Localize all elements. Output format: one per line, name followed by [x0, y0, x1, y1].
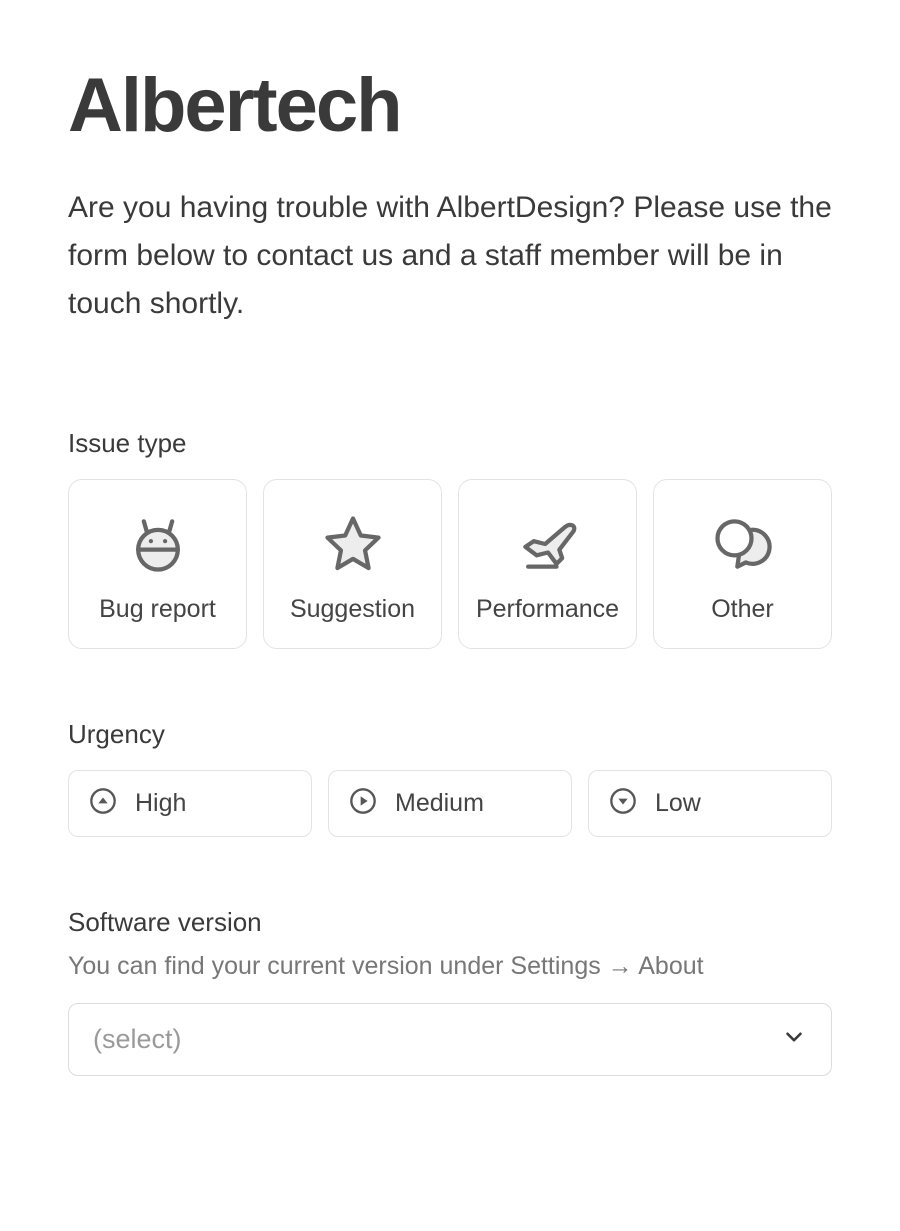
- software-version-heading: Software version: [68, 907, 832, 938]
- issue-type-options: Bug report Suggestion Performance: [68, 479, 832, 649]
- chat-icon: [707, 508, 779, 580]
- issue-type-other[interactable]: Other: [653, 479, 832, 649]
- urgency-label: Low: [655, 789, 701, 818]
- software-version-section: Software version You can find your curre…: [68, 907, 832, 1076]
- plane-icon: [512, 508, 584, 580]
- issue-type-suggestion[interactable]: Suggestion: [263, 479, 442, 649]
- issue-label: Other: [668, 594, 817, 624]
- urgency-high[interactable]: High: [68, 770, 312, 837]
- urgency-low[interactable]: Low: [588, 770, 832, 837]
- bug-icon: [122, 508, 194, 580]
- software-version-hint: You can find your current version under …: [68, 952, 832, 981]
- issue-type-bug-report[interactable]: Bug report: [68, 479, 247, 649]
- page-title: Albertech: [68, 68, 832, 144]
- issue-type-heading: Issue type: [68, 428, 832, 459]
- issue-label: Bug report: [83, 594, 232, 624]
- urgency-heading: Urgency: [68, 719, 832, 750]
- urgency-options: High Medium Low: [68, 770, 832, 837]
- issue-label: Suggestion: [278, 594, 427, 624]
- issue-type-performance[interactable]: Performance: [458, 479, 637, 649]
- select-placeholder: (select): [93, 1024, 182, 1055]
- urgency-section: Urgency High Medium: [68, 719, 832, 837]
- urgency-medium[interactable]: Medium: [328, 770, 572, 837]
- circle-up-icon: [89, 787, 117, 820]
- circle-play-icon: [349, 787, 377, 820]
- software-version-select[interactable]: (select): [68, 1003, 832, 1076]
- star-icon: [317, 508, 389, 580]
- chevron-down-icon: [781, 1024, 807, 1055]
- circle-down-icon: [609, 787, 637, 820]
- issue-type-section: Issue type Bug report Sugge: [68, 428, 832, 649]
- issue-label: Performance: [473, 594, 622, 624]
- urgency-label: High: [135, 789, 186, 818]
- urgency-label: Medium: [395, 789, 484, 818]
- subtitle: Are you having trouble with AlbertDesign…: [68, 184, 832, 328]
